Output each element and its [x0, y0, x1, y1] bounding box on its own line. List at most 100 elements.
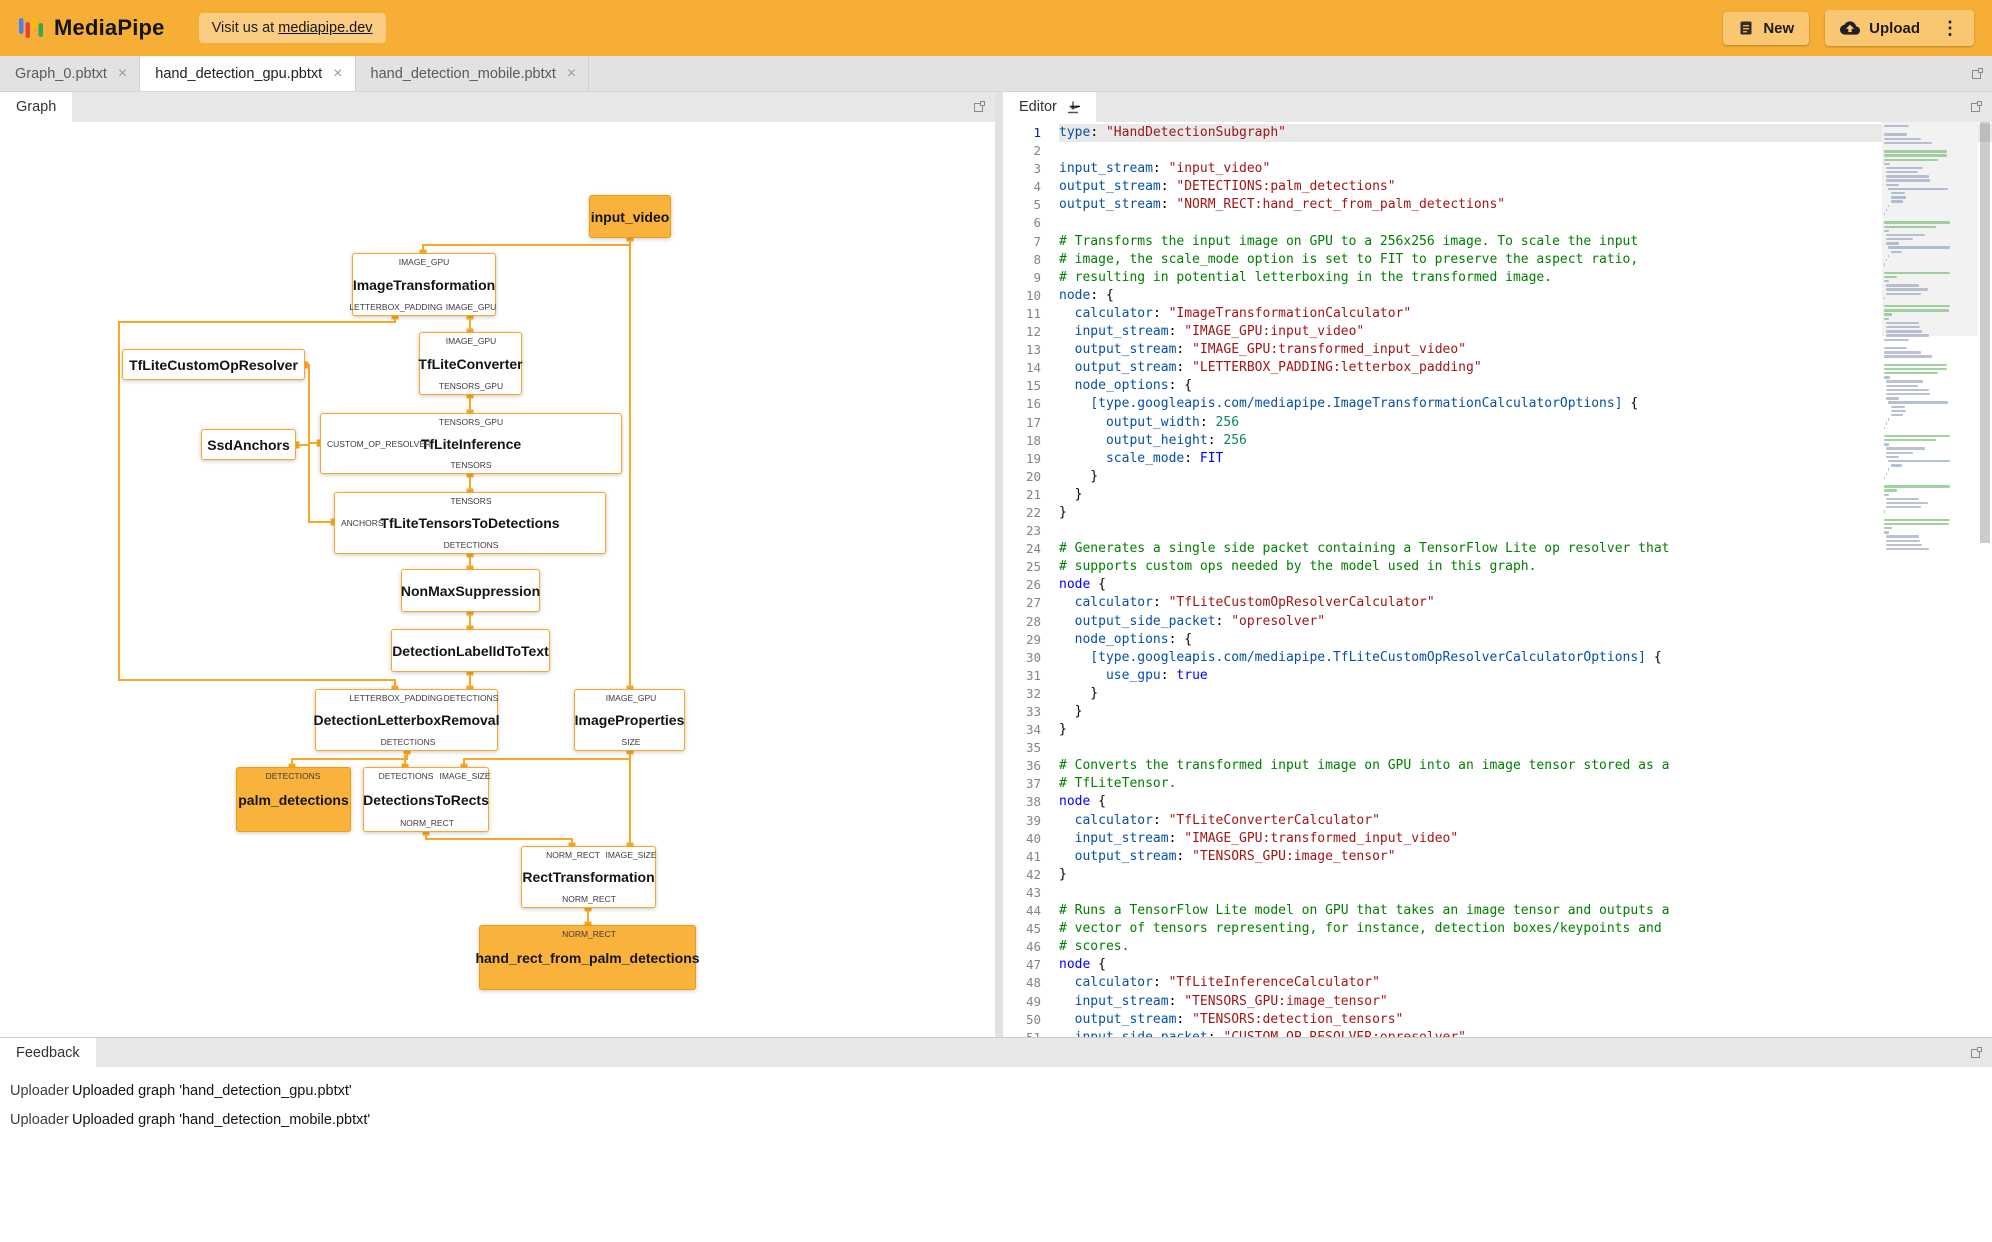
graph-node-image_properties[interactable]: IMAGE_GPU SIZE ImageProperties [574, 689, 685, 751]
minimap-mark [1884, 443, 1890, 446]
kebab-menu-icon[interactable]: ⋮ [1941, 19, 1959, 37]
close-icon[interactable]: × [333, 65, 342, 82]
minimap-mark [1886, 284, 1920, 287]
line-number: 46 [1025, 939, 1041, 955]
minimap-mark [1886, 422, 1888, 425]
popout-icon[interactable] [1970, 100, 1983, 113]
new-button[interactable]: New [1723, 11, 1810, 45]
graph-node-tflite_inference[interactable]: TENSORS_GPU TENSORS CUSTOM_OP_RESOLVER TfLi… [320, 413, 622, 474]
minimap-mark [1890, 405, 1906, 408]
graph-node-label: NonMaxSuppression [400, 582, 541, 599]
mediapipe-dev-link[interactable]: mediapipe.dev [278, 20, 372, 36]
line-number: 25 [1025, 559, 1041, 575]
minimap-mark [1886, 393, 1931, 396]
graph-node-tflite_tensors_to_detections[interactable]: TENSORS DETECTIONS ANCHORS TfLiteTensorsToD… [334, 492, 606, 554]
line-number: 31 [1025, 667, 1041, 683]
graph-node-ssd_anchors[interactable]: SsdAnchors [201, 429, 296, 460]
editor-pane-header: Editor [1003, 92, 1992, 122]
graph-node-palm_detections[interactable]: DETECTIONS palm_detections [236, 767, 351, 832]
graph-edge [301, 361, 324, 447]
minimap-mark [1884, 518, 1951, 522]
line-number: 26 [1025, 577, 1041, 593]
download-icon[interactable] [1066, 100, 1080, 114]
graph-canvas[interactable]: input_video IMAGE_GPU LETTERBOX_PADDING IMA… [0, 122, 995, 1037]
line-number: 1 [1033, 125, 1041, 140]
line-number: 8 [1033, 251, 1041, 267]
line-number: 5 [1033, 197, 1041, 213]
graph-node-hand_rect_from_palm_detections[interactable]: NORM_RECT hand_rect_from_palm_detections [475, 925, 700, 990]
graph-node-input_video[interactable]: input_video [589, 195, 671, 238]
line-number: 48 [1025, 975, 1041, 991]
minimap-mark [1886, 233, 1926, 237]
graph-node-detection_letterbox_removal[interactable]: LETTERBOX_PADDING DETECTIONS DETECTIONS Det… [313, 689, 500, 751]
graph-node-label: ImageTransformation [352, 276, 496, 293]
file-tab[interactable]: Graph_0.pbtxt × [0, 56, 141, 91]
line-number: 33 [1025, 704, 1041, 719]
minimap-mark [1886, 208, 1888, 212]
line-number: 11 [1025, 305, 1041, 321]
graph-node-label: input_video [590, 208, 670, 225]
tab-editor[interactable]: Editor [1003, 92, 1096, 122]
graph-node-tflite_custom_op_resolver[interactable]: TfLiteCustomOpResolver [122, 349, 305, 380]
line-number: 16 [1025, 396, 1041, 412]
minimap-mark [1886, 384, 1918, 388]
graph-node-label: DetectionLetterboxRemoval [313, 712, 500, 728]
graph-node-rect_transformation[interactable]: NORM_RECT IMAGE_SIZE NORM_RECT RectTransfor… [521, 846, 657, 908]
graph-node-label: ImageProperties [574, 712, 685, 728]
graph-node-detections_to_rects[interactable]: DETECTIONS IMAGE_SIZE NORM_RECT DetectionsT… [363, 767, 491, 832]
minimap-mark [1884, 372, 1938, 375]
tab-graph[interactable]: Graph [0, 92, 73, 122]
code-line: calculator: "ImageTransformationCalculat… [1074, 305, 1412, 321]
popout-icon[interactable] [973, 100, 986, 113]
close-icon[interactable]: × [567, 65, 576, 82]
graph-node-label: SsdAnchors [207, 436, 290, 453]
line-number: 4 [1033, 179, 1041, 195]
popout-icon[interactable] [1971, 67, 1984, 85]
file-tab[interactable]: hand_detection_gpu.pbtxt × [140, 56, 356, 91]
minimap-mark [1888, 246, 1951, 249]
line-number: 24 [1025, 541, 1041, 557]
minimap-mark [1886, 179, 1931, 182]
line-number: 51 [1003, 1029, 1059, 1037]
graph-node-non_max_suppression[interactable]: NonMaxSuppression [401, 569, 540, 612]
upload-button[interactable]: Upload ⋮ [1825, 10, 1974, 46]
popout-icon[interactable] [1970, 1046, 1983, 1059]
graph-node-image_transformation[interactable]: IMAGE_GPU LETTERBOX_PADDING IMAGE_GPU Image… [349, 253, 496, 316]
code-line: input_stream: "IMAGE_GPU:input_video" [1074, 324, 1365, 340]
line-number: 41 [1025, 848, 1041, 864]
minimap-mark [1890, 464, 1902, 467]
app-header: MediaPipe Visit us at mediapipe.dev New … [0, 0, 1992, 56]
minimap-mark [1884, 133, 1907, 136]
code-line: # supports custom ops needed by the mode… [1059, 559, 1537, 575]
editor-code[interactable]: type: "HandDetectionSubgraph" input_strea… [1059, 122, 1992, 1037]
tab-feedback[interactable]: Feedback [0, 1038, 96, 1067]
minimap-mark [1884, 271, 1951, 274]
graph-node-tflite_converter[interactable]: IMAGE_GPU TENSORS_GPU TfLiteConverter [418, 332, 523, 395]
code-line: # resulting in potential letterboxing in… [1059, 269, 1553, 285]
port-label: NORM_RECT [546, 850, 600, 860]
file-tab-label: hand_detection_gpu.pbtxt [155, 65, 323, 82]
file-tab[interactable]: hand_detection_mobile.pbtxt × [356, 56, 590, 91]
minimap-mark [1884, 367, 1947, 371]
editor-scrollbar[interactable] [1978, 122, 1992, 1037]
port-label: CUSTOM_OP_RESOLVER [327, 438, 432, 449]
close-icon[interactable]: × [118, 65, 127, 82]
code-line: # image, the scale_mode option is set to… [1059, 251, 1639, 267]
editor-minimap[interactable] [1882, 122, 1978, 1037]
code-line: # vector of tensors representing, for in… [1059, 921, 1662, 937]
pane-divider[interactable] [995, 92, 1003, 1037]
line-number: 35 [1025, 740, 1041, 756]
feedback-row: Uploader Uploaded graph 'hand_detection_g… [10, 1076, 1992, 1105]
scrollbar-thumb[interactable] [1980, 122, 1990, 543]
cloud-upload-icon [1840, 21, 1861, 35]
code-editor[interactable]: 1 2 3 4 5 6 7 8 9 10 11 12 13 14 15 16 17 18 19 20 21 22 23 24 2… [1003, 122, 1992, 1037]
minimap-mark [1884, 162, 1890, 166]
line-number: 23 [1025, 523, 1041, 539]
graph-node-detection_label_id_to_text[interactable]: DetectionLabelIdToText [391, 629, 550, 672]
code-line: # Transforms the input image on GPU to a… [1059, 233, 1639, 249]
code-line: output_height: 256 [1105, 432, 1247, 448]
minimap-mark [1886, 388, 1929, 392]
graph-node-label: DetectionsToRects [363, 791, 489, 808]
